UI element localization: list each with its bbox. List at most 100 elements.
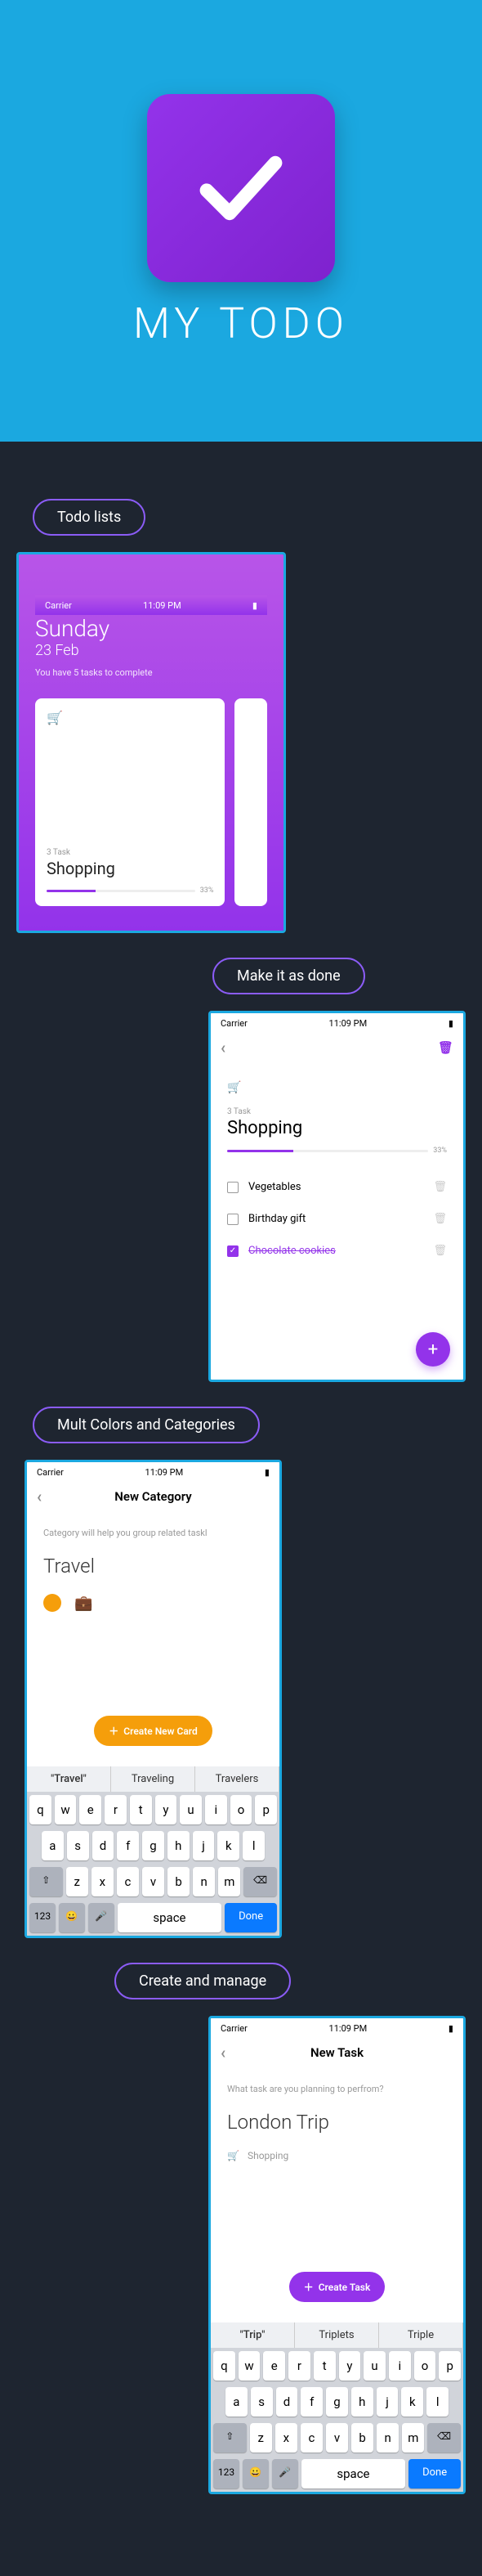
back-button[interactable]: ‹ xyxy=(221,2043,225,2062)
key[interactable]: s xyxy=(67,1831,89,1860)
key[interactable]: o xyxy=(230,1795,252,1824)
key[interactable]: d xyxy=(92,1831,114,1860)
task-row[interactable]: Birthday gift🗑 xyxy=(227,1203,447,1235)
shift-key[interactable]: ⇧ xyxy=(213,2423,247,2453)
key[interactable]: w xyxy=(55,1795,77,1824)
space-key[interactable]: space xyxy=(301,2459,406,2488)
back-button[interactable]: ‹ xyxy=(37,1487,42,1506)
mic-key[interactable]: 🎤 xyxy=(272,2459,298,2488)
task-name-input[interactable]: London Trip xyxy=(227,2111,447,2134)
trash-icon[interactable]: 🗑 xyxy=(433,1245,447,1257)
key[interactable]: i xyxy=(205,1795,227,1824)
numbers-key[interactable]: 123 xyxy=(29,1903,56,1932)
key[interactable]: l xyxy=(243,1831,265,1860)
trash-icon[interactable]: 🗑 xyxy=(433,1181,447,1193)
key[interactable]: a xyxy=(42,1831,64,1860)
key[interactable]: l xyxy=(426,2387,449,2417)
trash-icon[interactable]: 🗑 xyxy=(433,1213,447,1225)
key[interactable]: u xyxy=(364,2351,386,2381)
key[interactable]: c xyxy=(301,2423,323,2453)
key[interactable]: e xyxy=(79,1795,101,1824)
keyboard[interactable]: "Trip" Triplets Triple qwertyuiop asdfghj… xyxy=(211,2322,463,2492)
category-card[interactable]: 🛒 3 Task Shopping 33% xyxy=(35,698,225,906)
phone-detail: Carrier 11:09 PM ▮ ‹ 🗑 🛒 3 Task Shopping… xyxy=(208,1011,466,1382)
key[interactable]: h xyxy=(351,2387,373,2417)
key[interactable]: y xyxy=(155,1795,177,1824)
key[interactable]: g xyxy=(326,2387,348,2417)
key[interactable]: a xyxy=(225,2387,248,2417)
emoji-key[interactable]: 😀 xyxy=(243,2459,269,2488)
key[interactable]: x xyxy=(275,2423,297,2453)
key[interactable]: r xyxy=(288,2351,310,2381)
backspace-key[interactable]: ⌫ xyxy=(243,1867,277,1896)
mic-key[interactable]: 🎤 xyxy=(88,1903,114,1932)
key[interactable]: o xyxy=(414,2351,436,2381)
key[interactable]: k xyxy=(217,1831,239,1860)
suggestion[interactable]: Triple xyxy=(379,2322,463,2348)
checkbox[interactable] xyxy=(227,1182,239,1193)
key[interactable]: m xyxy=(218,1867,240,1896)
briefcase-icon[interactable]: 💼 xyxy=(74,1595,92,1612)
color-swatch-orange[interactable] xyxy=(43,1594,61,1612)
done-key[interactable]: Done xyxy=(408,2459,461,2488)
suggestion[interactable]: Triplets xyxy=(295,2322,379,2348)
key[interactable]: f xyxy=(117,1831,139,1860)
backspace-key[interactable]: ⌫ xyxy=(427,2423,461,2453)
key[interactable]: m xyxy=(402,2423,424,2453)
key[interactable]: b xyxy=(167,1867,190,1896)
key[interactable]: n xyxy=(377,2423,399,2453)
key[interactable]: y xyxy=(339,2351,361,2381)
key[interactable]: q xyxy=(213,2351,235,2381)
suggestion[interactable]: Travelers xyxy=(195,1766,279,1792)
space-key[interactable]: space xyxy=(118,1903,222,1932)
key[interactable]: k xyxy=(401,2387,423,2417)
checkbox[interactable]: ✓ xyxy=(227,1245,239,1257)
task-row[interactable]: Vegetables🗑 xyxy=(227,1171,447,1203)
create-card-button[interactable]: ＋ Create New Card xyxy=(94,1716,212,1746)
category-card-peek[interactable] xyxy=(234,698,267,906)
delete-button[interactable]: 🗑 xyxy=(438,1040,453,1055)
category-name-input[interactable]: Travel xyxy=(43,1555,263,1577)
checkbox[interactable] xyxy=(227,1214,239,1225)
shift-key[interactable]: ⇧ xyxy=(29,1867,63,1896)
key[interactable]: i xyxy=(389,2351,411,2381)
key[interactable]: t xyxy=(130,1795,152,1824)
key[interactable]: p xyxy=(439,2351,461,2381)
status-time: 11:09 PM xyxy=(143,600,181,611)
key[interactable]: t xyxy=(314,2351,336,2381)
key[interactable]: z xyxy=(66,1867,88,1896)
key[interactable]: c xyxy=(117,1867,139,1896)
key[interactable]: e xyxy=(263,2351,285,2381)
key[interactable]: r xyxy=(105,1795,127,1824)
suggestion[interactable]: "Travel" xyxy=(27,1766,111,1792)
key[interactable]: x xyxy=(91,1867,114,1896)
suggestion[interactable]: "Trip" xyxy=(211,2322,295,2348)
key[interactable]: j xyxy=(377,2387,399,2417)
suggestion[interactable]: Traveling xyxy=(111,1766,195,1792)
key[interactable]: g xyxy=(142,1831,164,1860)
card-pct: 33% xyxy=(200,886,214,895)
key[interactable]: s xyxy=(251,2387,273,2417)
key[interactable]: b xyxy=(351,2423,373,2453)
keyboard[interactable]: "Travel" Traveling Travelers qwertyuiop a… xyxy=(27,1766,279,1936)
key[interactable]: h xyxy=(167,1831,190,1860)
key[interactable]: q xyxy=(29,1795,51,1824)
task-category[interactable]: Shopping xyxy=(248,2150,288,2161)
key[interactable]: p xyxy=(255,1795,277,1824)
numbers-key[interactable]: 123 xyxy=(213,2459,239,2488)
key[interactable]: z xyxy=(250,2423,272,2453)
done-key[interactable]: Done xyxy=(225,1903,277,1932)
key[interactable]: v xyxy=(326,2423,348,2453)
create-task-button[interactable]: ＋ Create Task xyxy=(289,2272,386,2302)
key[interactable]: j xyxy=(193,1831,215,1860)
key[interactable]: d xyxy=(276,2387,298,2417)
key[interactable]: u xyxy=(180,1795,202,1824)
key[interactable]: f xyxy=(301,2387,323,2417)
key[interactable]: v xyxy=(142,1867,164,1896)
key[interactable]: w xyxy=(239,2351,261,2381)
task-row[interactable]: ✓Chocolate cookies🗑 xyxy=(227,1235,447,1267)
back-button[interactable]: ‹ xyxy=(221,1038,225,1057)
add-task-fab[interactable]: + xyxy=(416,1332,450,1367)
emoji-key[interactable]: 😀 xyxy=(59,1903,85,1932)
key[interactable]: n xyxy=(193,1867,215,1896)
